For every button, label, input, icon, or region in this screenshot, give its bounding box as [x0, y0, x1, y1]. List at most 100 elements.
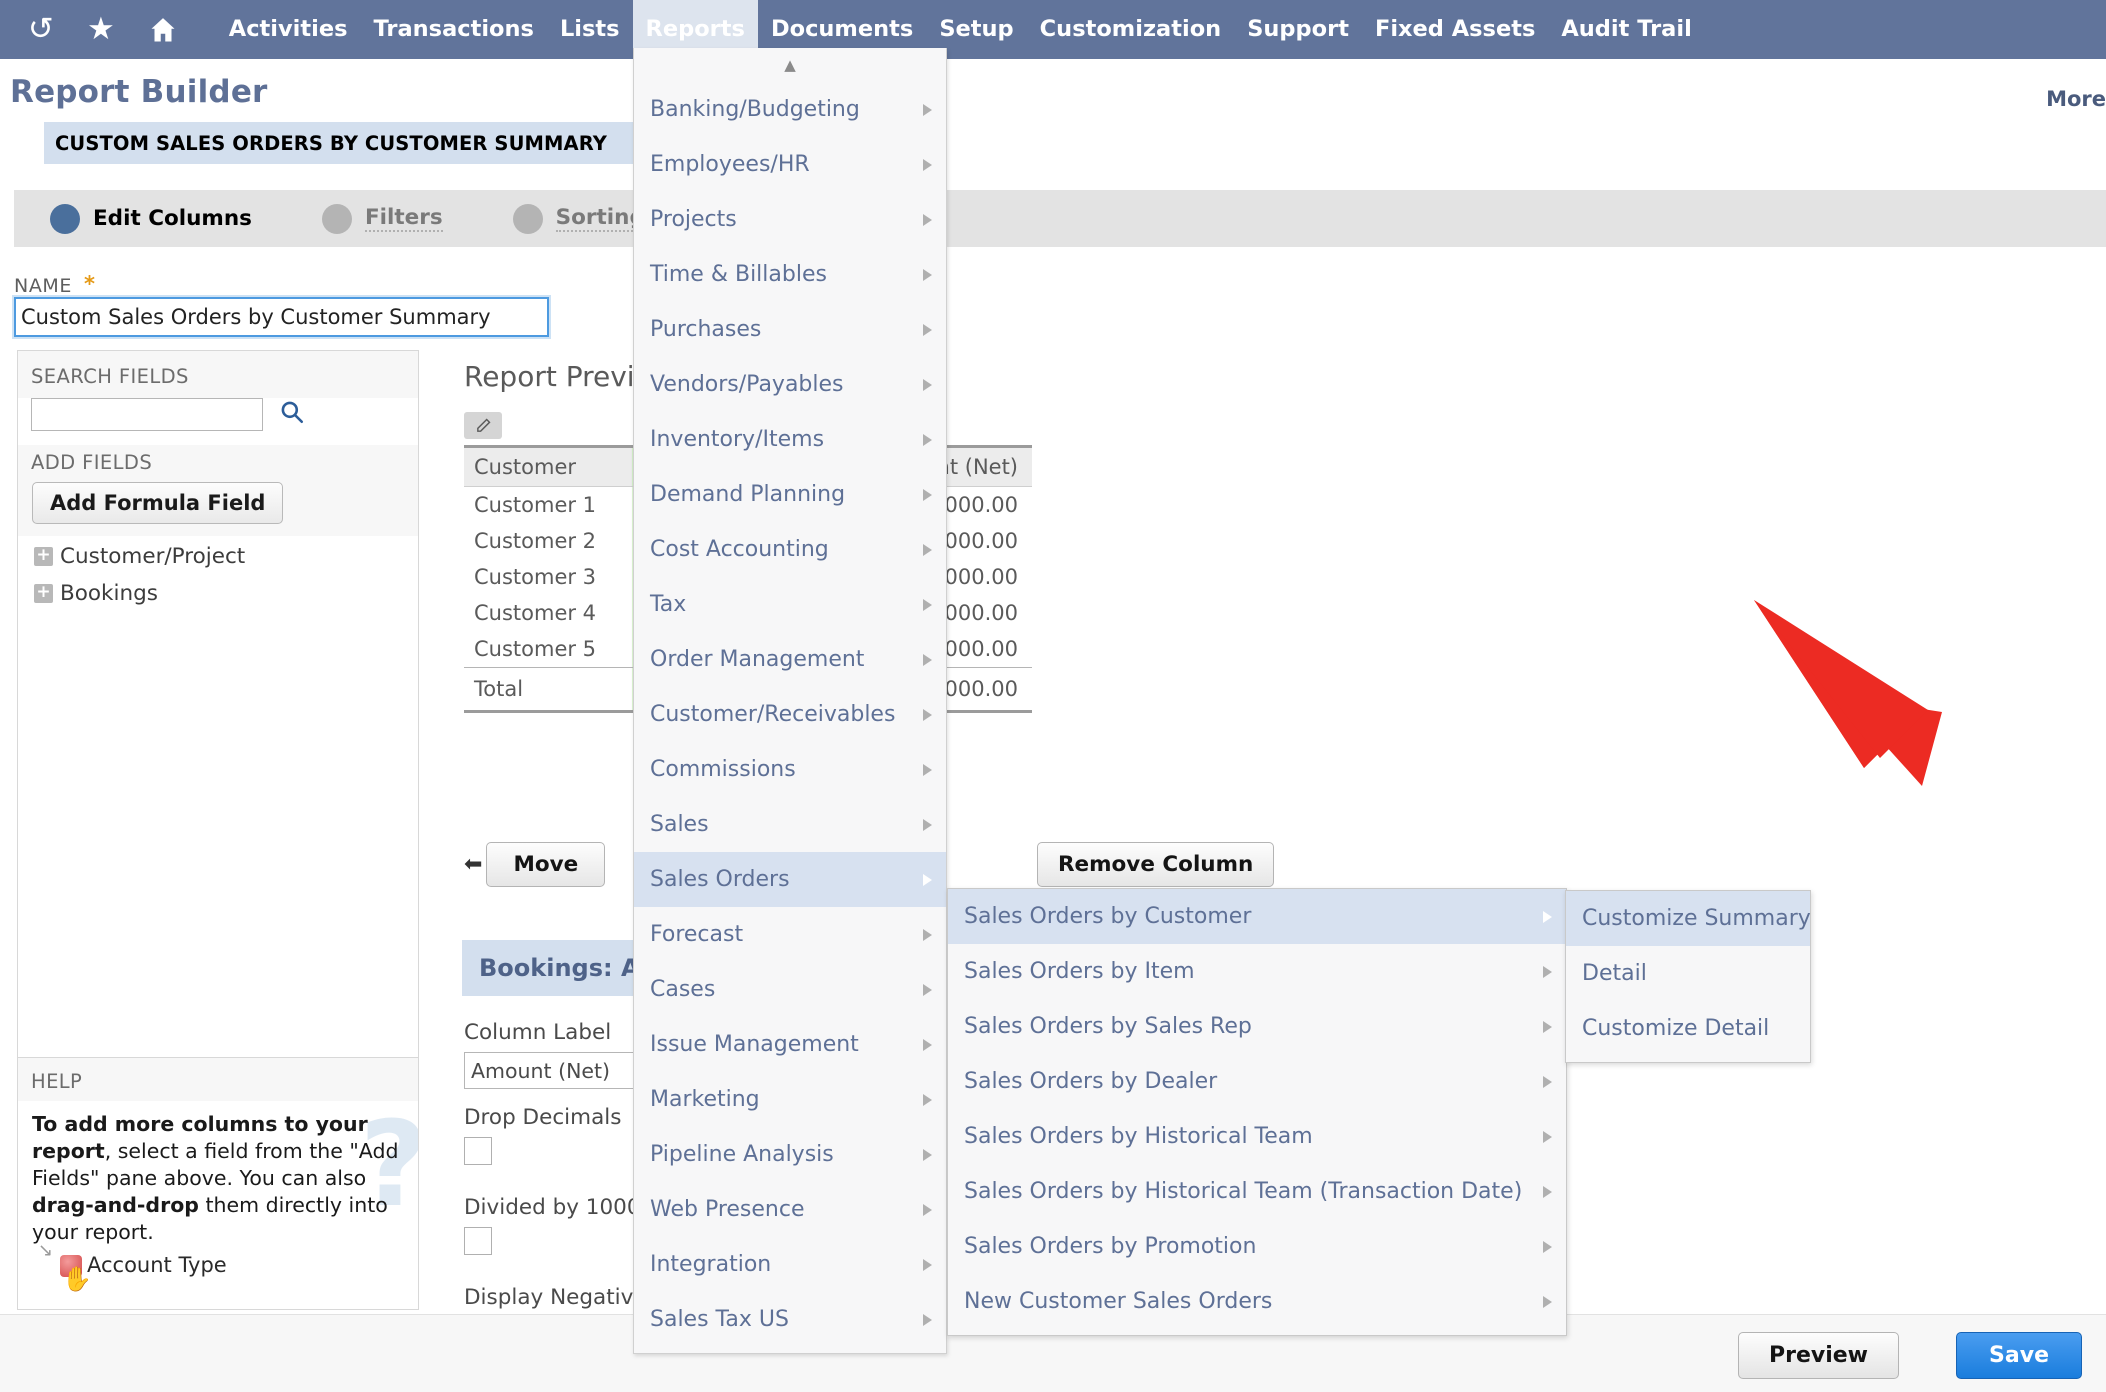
menu-item-time-billables[interactable]: Time & Billables [634, 247, 946, 302]
submenu-item-customize-summary[interactable]: Customize Summary [1566, 891, 1811, 946]
menu-item-integration[interactable]: Integration [634, 1237, 946, 1292]
help-text: To add more columns to your report, sele… [32, 1111, 404, 1246]
menu-item-label: Sales Orders by Customer [964, 904, 1252, 929]
menu-item-label: Time & Billables [650, 262, 827, 287]
home-icon[interactable] [148, 0, 178, 59]
step-label-sorting[interactable]: Sorting [555, 205, 645, 232]
menu-item-inventory-items[interactable]: Inventory/Items [634, 412, 946, 467]
tree-item-customer-project[interactable]: + Customer/Project [34, 544, 418, 569]
submenu-item-sales-orders-by-item[interactable]: Sales Orders by Item [948, 944, 1566, 999]
submenu-item-customize-detail[interactable]: Customize Detail [1566, 1001, 1810, 1056]
submenu-caret-icon [1543, 1130, 1552, 1143]
move-button[interactable]: Move [486, 842, 606, 887]
menu-item-forecast[interactable]: Forecast [634, 907, 946, 962]
step-edit-columns[interactable]: Edit Columns [50, 203, 252, 234]
move-left-arrow-icon[interactable]: ⬅ [464, 852, 482, 877]
field-label-drop-decimals: Drop Decimals [464, 1105, 622, 1130]
nav-item-customization[interactable]: Customization [1027, 0, 1235, 59]
submenu-caret-icon [1543, 965, 1552, 978]
submenu-caret-icon [923, 213, 932, 226]
menu-item-cases[interactable]: Cases [634, 962, 946, 1017]
menu-item-order-management[interactable]: Order Management [634, 632, 946, 687]
tree-item-label: Customer/Project [60, 544, 246, 569]
submenu-item-sales-orders-by-sales-rep[interactable]: Sales Orders by Sales Rep [948, 999, 1566, 1054]
search-fields-label: SEARCH FIELDS [18, 351, 418, 398]
submenu-item-sales-orders-by-historical-team-transaction-date[interactable]: Sales Orders by Historical Team (Transac… [948, 1164, 1566, 1219]
submenu-item-sales-orders-by-customer[interactable]: Sales Orders by Customer [948, 889, 1566, 944]
favorites-star-icon[interactable]: ★ [87, 0, 115, 59]
report-name-input[interactable] [12, 295, 551, 339]
submenu-caret-icon [923, 1258, 932, 1271]
expand-plus-icon[interactable]: + [34, 584, 53, 603]
menu-item-web-presence[interactable]: Web Presence [634, 1182, 946, 1237]
menu-item-employees-hr[interactable]: Employees/HR [634, 137, 946, 192]
submenu-caret-icon [1543, 1240, 1552, 1253]
menu-item-marketing[interactable]: Marketing [634, 1072, 946, 1127]
more-link[interactable]: More [2046, 87, 2106, 111]
menu-item-tax[interactable]: Tax [634, 577, 946, 632]
nav-item-audit-trail[interactable]: Audit Trail [1548, 0, 1704, 59]
menu-item-label: Sales Orders by Dealer [964, 1069, 1218, 1094]
submenu-caret-icon [1543, 1295, 1552, 1308]
submenu-caret-icon [923, 1148, 932, 1161]
menu-item-issue-management[interactable]: Issue Management [634, 1017, 946, 1072]
help-bold-2: drag-and-drop [32, 1193, 199, 1218]
step-filters[interactable]: Filters [321, 203, 443, 234]
menu-item-sales-tax-us[interactable]: Sales Tax US [634, 1292, 946, 1347]
chevron-up-icon[interactable]: ▲ [634, 48, 946, 82]
remove-column-button[interactable]: Remove Column [1037, 842, 1275, 887]
menu-item-commissions[interactable]: Commissions [634, 742, 946, 797]
drop-decimals-checkbox[interactable] [464, 1137, 492, 1165]
menu-item-purchases[interactable]: Purchases [634, 302, 946, 357]
pencil-icon[interactable] [464, 412, 502, 439]
add-formula-field-button[interactable]: Add Formula Field [32, 482, 284, 524]
search-input[interactable] [31, 398, 263, 431]
nav-item-lists[interactable]: Lists [547, 0, 633, 59]
field-tree: + Customer/Project + Bookings [18, 536, 418, 606]
step-sorting[interactable]: Sorting [512, 203, 645, 234]
nav-item-support[interactable]: Support [1234, 0, 1362, 59]
submenu-item-sales-orders-by-dealer[interactable]: Sales Orders by Dealer [948, 1054, 1566, 1109]
menu-item-vendors-payables[interactable]: Vendors/Payables [634, 357, 946, 412]
reports-dropdown-menu: ▲ Banking/Budgeting Employees/HR Project… [633, 48, 947, 1354]
submenu-item-sales-orders-by-promotion[interactable]: Sales Orders by Promotion [948, 1219, 1566, 1274]
submenu-item-new-customer-sales-orders[interactable]: New Customer Sales Orders [948, 1274, 1566, 1329]
menu-item-label: Employees/HR [650, 152, 810, 177]
menu-item-label: Cost Accounting [650, 537, 829, 562]
submenu-caret-icon [923, 598, 932, 611]
search-icon[interactable] [279, 399, 305, 430]
menu-item-label: Sales [650, 812, 709, 837]
save-button[interactable]: Save [1956, 1332, 2082, 1379]
menu-item-label: New Customer Sales Orders [964, 1289, 1273, 1314]
cell-total-label: Total [464, 667, 632, 713]
menu-item-sales-orders[interactable]: Sales Orders [634, 852, 946, 907]
drag-ghost-item: ↘ ✋ Account Type [32, 1240, 404, 1293]
menu-item-label: Sales Orders by Sales Rep [964, 1014, 1252, 1039]
help-panel: HELP ? To add more columns to your repor… [17, 1057, 419, 1310]
tree-item-bookings[interactable]: + Bookings [34, 581, 418, 606]
menu-item-sales[interactable]: Sales [634, 797, 946, 852]
nav-item-activities[interactable]: Activities [216, 0, 361, 59]
preview-button[interactable]: Preview [1737, 1332, 1899, 1379]
menu-item-projects[interactable]: Projects [634, 192, 946, 247]
hand-cursor-icon: ✋ [62, 1265, 92, 1294]
menu-item-cost-accounting[interactable]: Cost Accounting [634, 522, 946, 577]
recent-history-icon[interactable]: ↺ [28, 0, 54, 59]
divided-by-1000-checkbox[interactable] [464, 1227, 492, 1255]
expand-plus-icon[interactable]: + [34, 547, 53, 566]
cell-customer: Customer 4 [474, 601, 597, 625]
submenu-item-sales-orders-by-historical-team[interactable]: Sales Orders by Historical Team [948, 1109, 1566, 1164]
menu-item-pipeline-analysis[interactable]: Pipeline Analysis [634, 1127, 946, 1182]
menu-item-banking-budgeting[interactable]: Banking/Budgeting [634, 82, 946, 137]
nav-item-transactions[interactable]: Transactions [361, 0, 547, 59]
menu-item-customer-receivables[interactable]: Customer/Receivables [634, 687, 946, 742]
nav-item-fixed-assets[interactable]: Fixed Assets [1362, 0, 1548, 59]
step-label-filters[interactable]: Filters [364, 205, 443, 232]
menu-item-label: Sales Orders by Item [964, 959, 1195, 984]
field-drop-decimals: Drop Decimals [464, 1105, 621, 1165]
menu-item-demand-planning[interactable]: Demand Planning [634, 467, 946, 522]
menu-item-label: Issue Management [650, 1032, 859, 1057]
search-fields-row [18, 398, 418, 445]
column-header-customer[interactable]: Customer [464, 445, 632, 487]
submenu-item-detail[interactable]: Detail [1566, 946, 1810, 1001]
